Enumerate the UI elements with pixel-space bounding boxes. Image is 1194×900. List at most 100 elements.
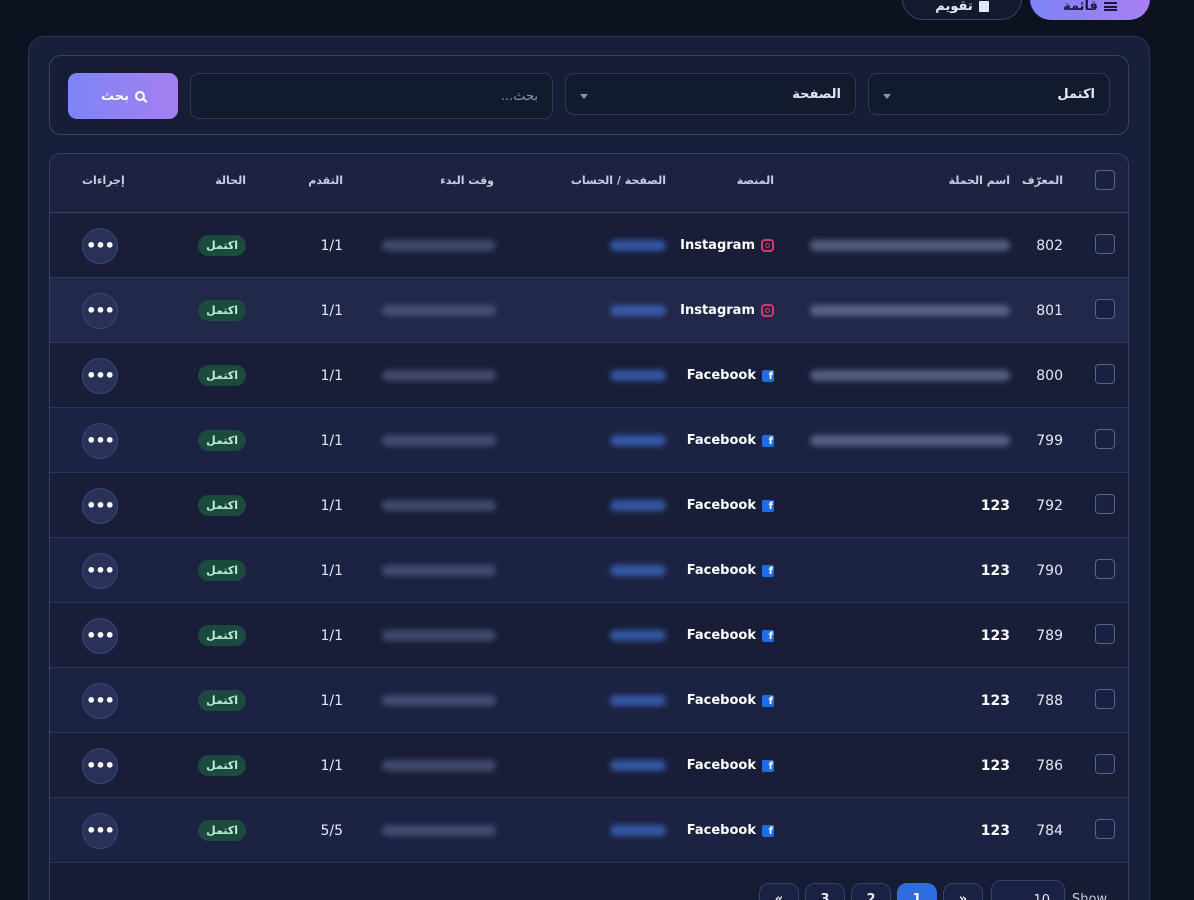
campaigns-panel: بحث الصفحة اكتمل المعرّف اسم الحملة المن… (28, 36, 1150, 900)
page-account-redacted[interactable] (606, 473, 666, 538)
start-time-redacted (378, 668, 496, 733)
instagram-icon (761, 304, 774, 317)
search-input[interactable] (190, 73, 553, 119)
status-cell: اكتمل (198, 278, 246, 343)
progress-value: 1/1 (320, 497, 343, 514)
more-actions-button[interactable]: ••• (82, 227, 118, 264)
table-row[interactable]: 800 Facebook f 1/1 اكتمل ••• (50, 343, 1128, 408)
select-all-checkbox[interactable] (1095, 170, 1115, 190)
more-actions-button[interactable]: ••• (82, 292, 118, 329)
platform-cell: Facebook f (687, 798, 774, 863)
calendar-view-button[interactable]: تقويم (902, 0, 1022, 20)
more-actions-button[interactable]: ••• (82, 812, 118, 849)
page-select-value: الصفحة (792, 86, 841, 102)
header-status[interactable]: الحالة (215, 174, 246, 187)
campaign-name-redacted (800, 343, 1010, 408)
platform-label: Facebook (686, 758, 756, 773)
start-time-redacted (378, 798, 496, 863)
row-checkbox[interactable] (1095, 819, 1115, 839)
table-row[interactable]: 799 Facebook f 1/1 اكتمل ••• (50, 408, 1128, 473)
facebook-icon: f (762, 499, 774, 512)
page-button-2[interactable]: 2 (851, 883, 891, 900)
table-row[interactable]: 792 123 Facebook f 1/1 اكتمل ••• (50, 473, 1128, 538)
row-checkbox[interactable] (1095, 494, 1115, 514)
actions-cell: ••• (82, 213, 118, 278)
facebook-icon: f (762, 369, 774, 382)
page-account-redacted[interactable] (606, 408, 666, 473)
platform-cell: Instagram (680, 213, 774, 278)
header-progress[interactable]: التقدم (308, 174, 343, 187)
actions-cell: ••• (82, 408, 118, 473)
page-button-1[interactable]: 1 (897, 883, 937, 900)
page-button-3[interactable]: 3 (805, 883, 845, 900)
platform-cell: Facebook f (687, 668, 774, 733)
search-button-label: بحث (101, 88, 130, 104)
page-account-redacted[interactable] (606, 733, 666, 798)
table-row[interactable]: 786 123 Facebook f 1/1 اكتمل ••• (50, 733, 1128, 798)
table-row[interactable]: 801 Instagram 1/1 اكتمل ••• (50, 278, 1128, 343)
row-checkbox[interactable] (1095, 234, 1115, 254)
campaign-id: 800 (1036, 367, 1063, 384)
more-actions-button[interactable]: ••• (82, 357, 118, 394)
status-cell: اكتمل (198, 668, 246, 733)
row-checkbox[interactable] (1095, 624, 1115, 644)
page-account-redacted[interactable] (606, 538, 666, 603)
header-start-time[interactable]: وقت البدء (440, 174, 494, 187)
status-badge: اكتمل (198, 495, 246, 516)
actions-cell: ••• (82, 538, 118, 603)
filter-bar: بحث الصفحة اكتمل (49, 55, 1129, 135)
table-row[interactable]: 790 123 Facebook f 1/1 اكتمل ••• (50, 538, 1128, 603)
page-account-redacted[interactable] (606, 798, 666, 863)
actions-cell: ••• (82, 798, 118, 863)
more-actions-button[interactable]: ••• (82, 487, 118, 524)
show-label: Show (1072, 892, 1108, 900)
more-actions-button[interactable]: ••• (82, 422, 118, 459)
page-account-redacted[interactable] (606, 668, 666, 733)
page-account-redacted[interactable] (606, 343, 666, 408)
next-page-button[interactable]: » (943, 883, 983, 900)
status-badge: اكتمل (198, 560, 246, 581)
more-actions-button[interactable]: ••• (82, 552, 118, 589)
platform-cell: Facebook f (687, 603, 774, 668)
campaign-id: 784 (1036, 822, 1063, 839)
progress-value: 1/1 (320, 302, 343, 319)
more-actions-button[interactable]: ••• (82, 617, 118, 654)
row-checkbox[interactable] (1095, 364, 1115, 384)
more-actions-button[interactable]: ••• (82, 747, 118, 784)
status-select[interactable]: اكتمل (868, 73, 1110, 115)
status-badge: اكتمل (198, 365, 246, 386)
row-checkbox[interactable] (1095, 689, 1115, 709)
table-row[interactable]: 788 123 Facebook f 1/1 اكتمل ••• (50, 668, 1128, 733)
row-checkbox[interactable] (1095, 754, 1115, 774)
status-badge: اكتمل (198, 755, 246, 776)
prev-page-button[interactable]: « (759, 883, 799, 900)
header-actions: إجراءات (82, 174, 125, 187)
chevron-down-icon (580, 93, 588, 99)
table-row[interactable]: 784 123 Facebook f 5/5 اكتمل ••• (50, 798, 1128, 863)
header-name[interactable]: اسم الحملة (949, 174, 1010, 187)
platform-label: Facebook (686, 693, 756, 708)
status-cell: اكتمل (198, 603, 246, 668)
more-actions-button[interactable]: ••• (82, 682, 118, 719)
header-page[interactable]: الصفحة / الحساب (571, 174, 666, 187)
actions-cell: ••• (82, 603, 118, 668)
platform-label: Facebook (686, 563, 756, 578)
table-row[interactable]: 802 Instagram 1/1 اكتمل ••• (50, 213, 1128, 278)
page-select[interactable]: الصفحة (565, 73, 856, 115)
header-id[interactable]: المعرّف (1022, 174, 1063, 187)
page-account-redacted[interactable] (606, 603, 666, 668)
row-checkbox[interactable] (1095, 559, 1115, 579)
list-view-button[interactable]: قائمة (1030, 0, 1150, 20)
row-checkbox[interactable] (1095, 299, 1115, 319)
row-checkbox[interactable] (1095, 429, 1115, 449)
search-button[interactable]: بحث (68, 73, 178, 119)
page-account-redacted[interactable] (606, 278, 666, 343)
chevron-down-icon (883, 93, 891, 99)
header-platform[interactable]: المنصة (737, 174, 774, 187)
page-size-select[interactable]: 10 (991, 880, 1065, 900)
view-calendar-label: تقويم (935, 0, 973, 14)
table-row[interactable]: 789 123 Facebook f 1/1 اكتمل ••• (50, 603, 1128, 668)
page-account-redacted[interactable] (606, 213, 666, 278)
facebook-icon: f (762, 564, 774, 577)
platform-cell: Facebook f (687, 733, 774, 798)
